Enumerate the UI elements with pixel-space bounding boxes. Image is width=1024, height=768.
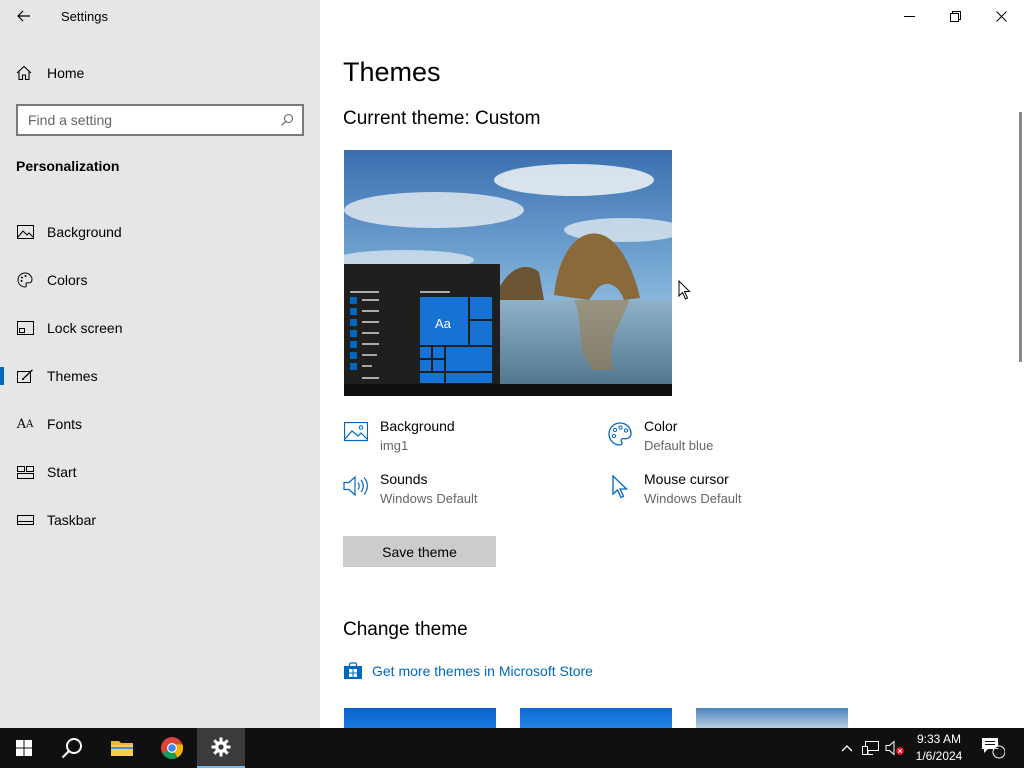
- taskbar: 9:33 AM 1/6/2024 2: [0, 728, 1024, 768]
- home-label: Home: [47, 65, 85, 81]
- sidebar-item-start[interactable]: Start: [0, 448, 320, 496]
- font-icon: AA: [16, 416, 34, 432]
- chevron-up-icon: [841, 745, 853, 752]
- section-title: Personalization: [16, 158, 120, 174]
- palette-icon: [16, 271, 34, 289]
- property-name: Mouse cursor: [644, 471, 729, 487]
- microsoft-store-link[interactable]: Get more themes in Microsoft Store: [343, 662, 593, 680]
- property-value: Windows Default: [380, 491, 478, 506]
- property-value: img1: [380, 438, 409, 453]
- sidebar: Settings Home Personalization Background…: [0, 0, 320, 728]
- picture-icon: [16, 223, 34, 241]
- theme-property-sounds[interactable]: Sounds Windows Default: [343, 471, 478, 506]
- sidebar-item-background[interactable]: Background: [0, 208, 320, 256]
- theme-property-background[interactable]: Background img1: [343, 418, 455, 453]
- sidebar-item-taskbar[interactable]: Taskbar: [0, 496, 320, 544]
- windows-logo-icon: [16, 740, 32, 756]
- sidebar-item-fonts[interactable]: AA Fonts: [0, 400, 320, 448]
- network-button[interactable]: [860, 728, 882, 768]
- sidebar-item-label: Colors: [47, 272, 88, 288]
- volume-button[interactable]: [884, 728, 906, 768]
- file-explorer-button[interactable]: [98, 728, 146, 768]
- chrome-icon: [161, 737, 184, 759]
- app-title: Settings: [61, 9, 108, 24]
- sidebar-item-label: Taskbar: [47, 512, 97, 528]
- sidebar-item-label: Lock screen: [47, 320, 123, 336]
- network-icon: [862, 741, 879, 755]
- sidebar-item-label: Background: [47, 224, 122, 240]
- current-theme-heading: Current theme: Custom: [343, 108, 541, 129]
- picture-icon: [343, 422, 369, 448]
- search-button[interactable]: [48, 728, 96, 768]
- taskbar-clock[interactable]: 9:33 AM 1/6/2024: [904, 731, 974, 765]
- search-icon[interactable]: [280, 113, 294, 127]
- property-value: Default blue: [644, 438, 714, 453]
- property-name: Background: [380, 418, 455, 434]
- property-value: Windows Default: [644, 491, 742, 506]
- sidebar-item-label: Start: [47, 464, 77, 480]
- gear-icon: [211, 737, 231, 757]
- scrollbar[interactable]: [1019, 112, 1022, 362]
- back-arrow-icon: [17, 10, 30, 22]
- store-link-label: Get more themes in Microsoft Store: [372, 663, 593, 679]
- property-name: Color: [644, 418, 678, 434]
- show-hidden-icons-button[interactable]: [838, 728, 856, 768]
- folder-icon: [111, 741, 133, 756]
- speaker-icon: [343, 475, 369, 501]
- back-button[interactable]: [12, 5, 36, 27]
- search-box[interactable]: [16, 104, 304, 136]
- theme-property-color[interactable]: Color Default blue: [607, 418, 713, 453]
- sidebar-item-label: Themes: [47, 368, 98, 384]
- store-bag-icon: [344, 662, 362, 679]
- volume-muted-icon: [885, 740, 904, 756]
- main-content: Themes Current theme: Custom Aa Backgrou…: [320, 0, 1024, 728]
- start-button[interactable]: [0, 728, 48, 768]
- theme-property-mouse-cursor[interactable]: Mouse cursor Windows Default: [607, 471, 742, 506]
- search-icon: [61, 738, 82, 759]
- sidebar-item-label: Fonts: [47, 416, 83, 432]
- clock-time: 9:33 AM: [916, 732, 962, 746]
- home-icon: [16, 65, 32, 81]
- theme-preview-image: Aa: [344, 150, 672, 396]
- property-name: Sounds: [380, 471, 428, 487]
- cursor-icon: [607, 475, 633, 501]
- home-nav-item[interactable]: Home: [16, 62, 84, 84]
- notification-count: 2: [993, 741, 999, 752]
- preview-tile-text: Aa: [435, 316, 452, 331]
- theme-thumbnail[interactable]: [696, 708, 848, 728]
- action-center-button[interactable]: 2: [978, 728, 1008, 768]
- sidebar-item-lock-screen[interactable]: Lock screen: [0, 304, 320, 352]
- sidebar-item-colors[interactable]: Colors: [0, 256, 320, 304]
- sidebar-item-themes[interactable]: Themes: [0, 352, 320, 400]
- chrome-button[interactable]: [148, 728, 196, 768]
- mouse-pointer-icon: [678, 279, 691, 305]
- taskbar-icon: [16, 511, 34, 529]
- lock-screen-icon: [16, 319, 34, 337]
- settings-taskbar-button[interactable]: [197, 728, 245, 768]
- change-theme-heading: Change theme: [343, 619, 468, 640]
- settings-window: Settings Home Personalization Background…: [0, 0, 1024, 768]
- save-theme-button[interactable]: Save theme: [343, 536, 496, 567]
- search-input[interactable]: [28, 112, 280, 128]
- start-icon: [16, 463, 34, 481]
- theme-thumbnail[interactable]: [344, 708, 496, 728]
- theme-thumbnail[interactable]: [520, 708, 672, 728]
- clock-date: 1/6/2024: [915, 749, 963, 763]
- theme-preview: Aa: [344, 150, 672, 396]
- brush-icon: [16, 367, 34, 385]
- palette-icon: [607, 422, 633, 448]
- page-title: Themes: [343, 57, 441, 87]
- sidebar-nav: Background Colors Lock screen Themes AA …: [0, 208, 320, 544]
